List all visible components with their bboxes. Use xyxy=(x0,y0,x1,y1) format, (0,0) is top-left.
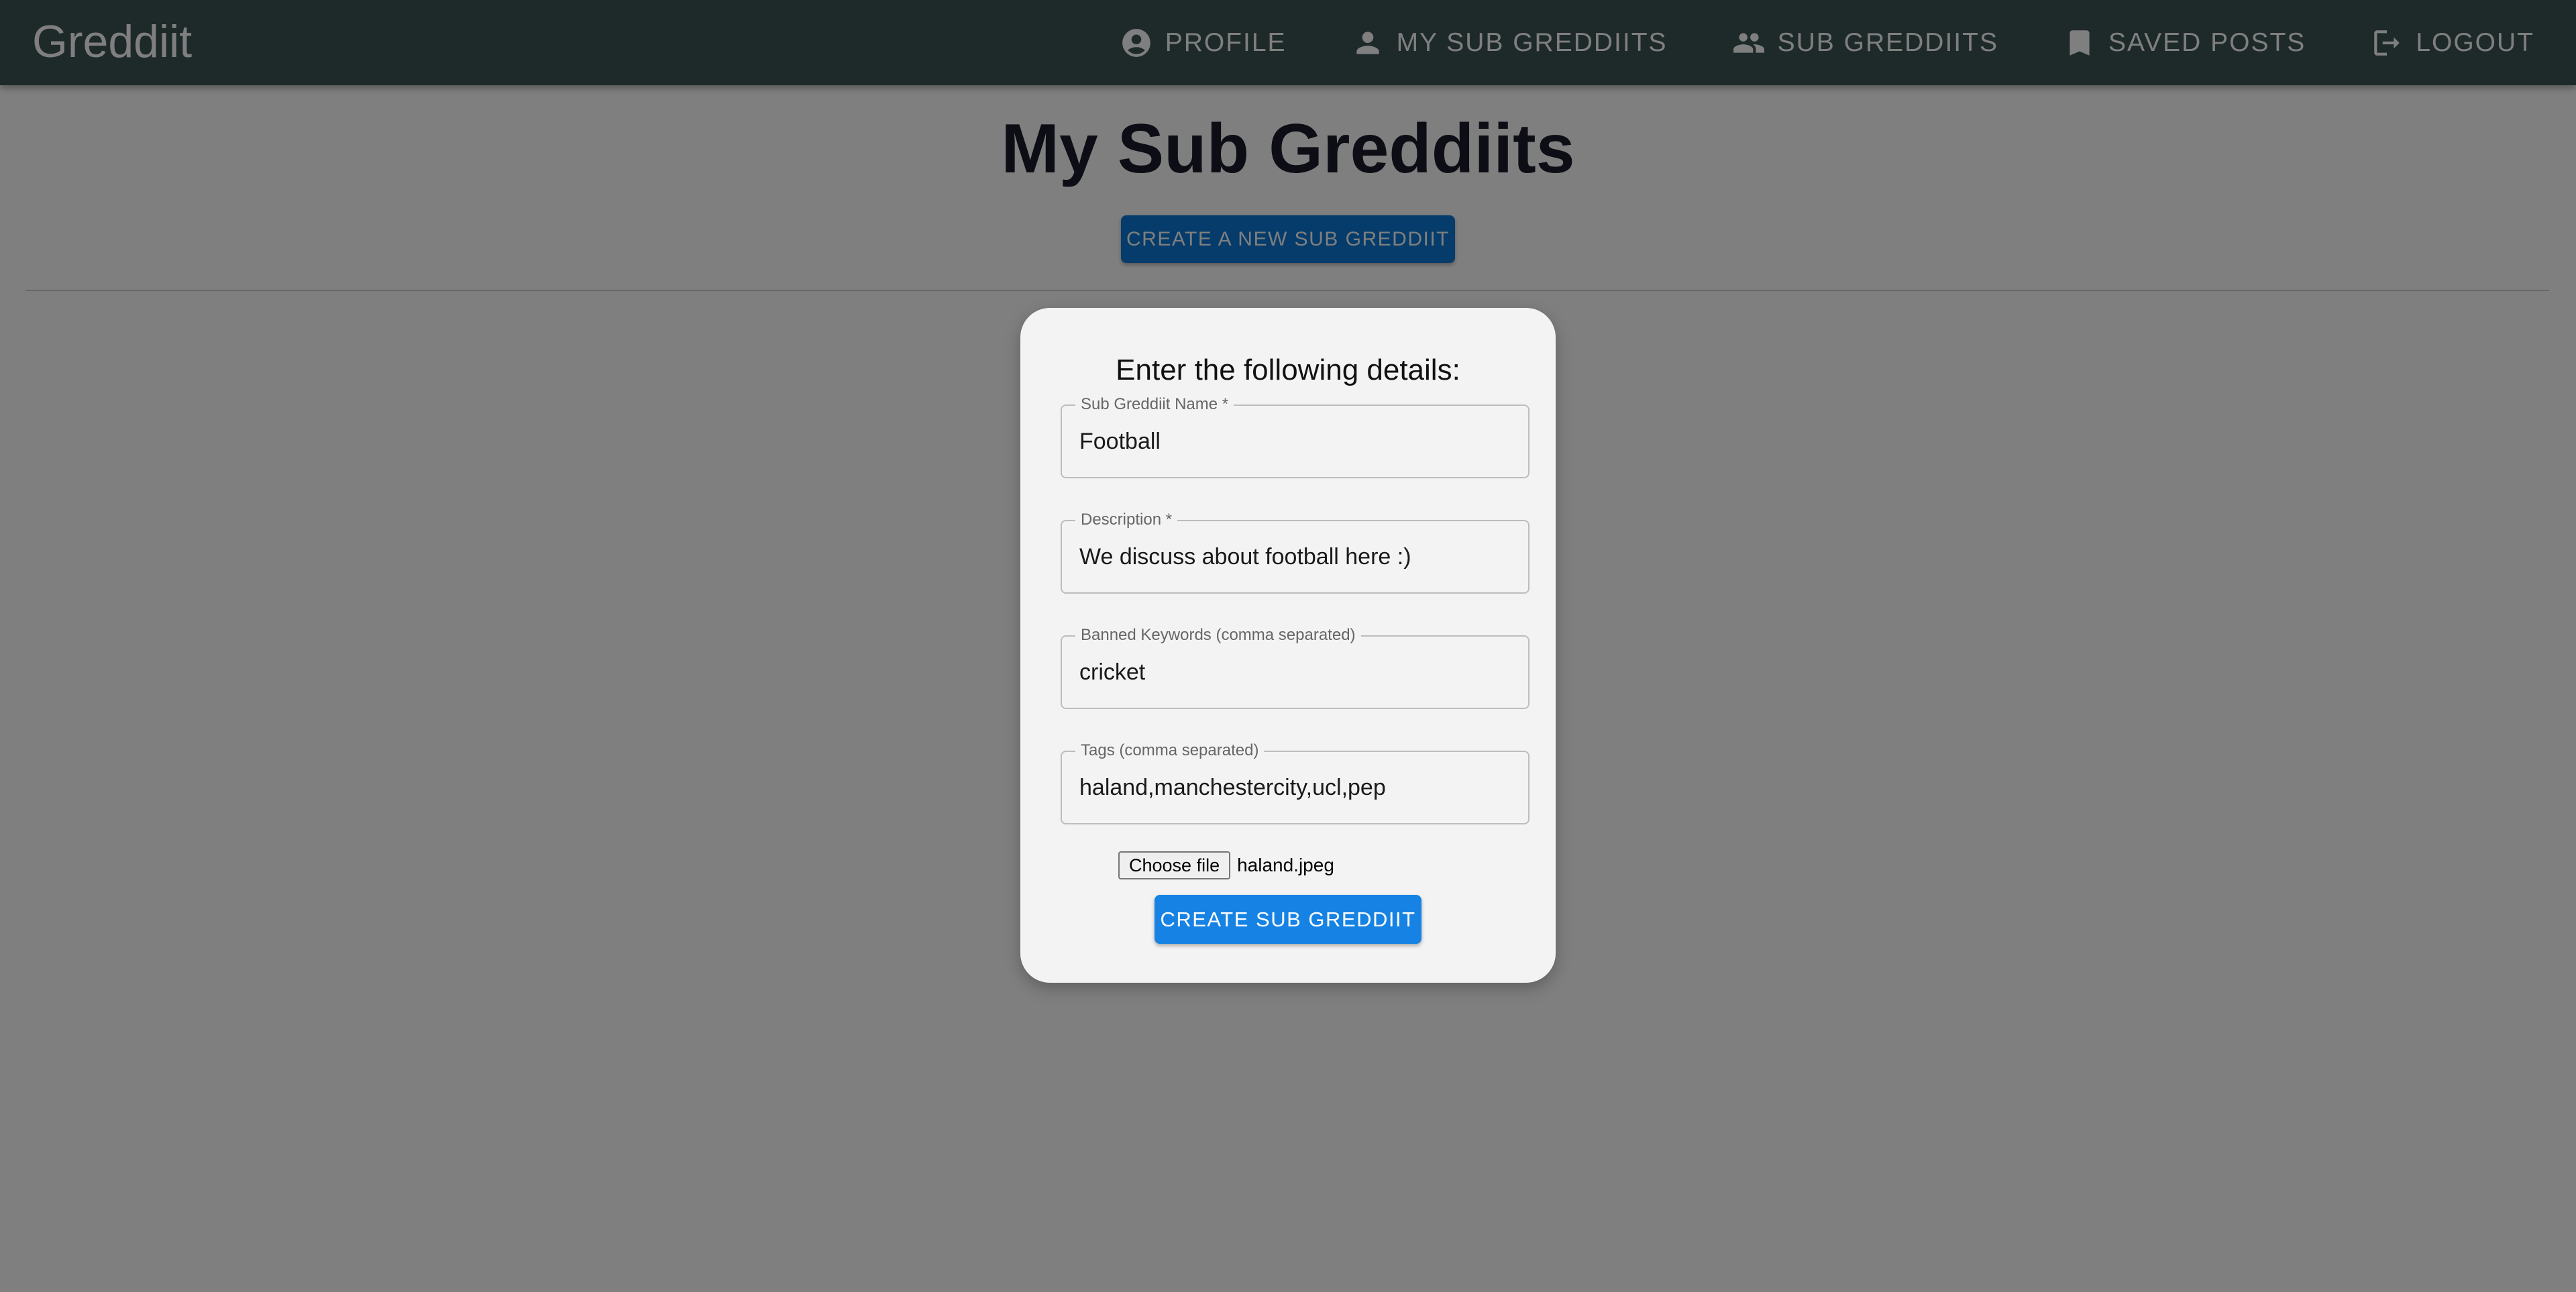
create-sub-greddiit-dialog: Enter the following details: Sub Greddii… xyxy=(1020,308,1556,983)
selected-file-name: haland.jpeg xyxy=(1237,855,1334,875)
description-field[interactable]: Description * xyxy=(1061,510,1529,594)
dialog-heading: Enter the following details: xyxy=(1116,354,1460,386)
create-sub-greddiit-button[interactable]: CREATE SUB GREDDIIT xyxy=(1155,895,1421,944)
description-input[interactable] xyxy=(1079,540,1509,574)
field-label: Tags (comma separated) xyxy=(1075,741,1265,760)
sub-greddiit-name-field[interactable]: Sub Greddiit Name * xyxy=(1061,395,1529,478)
tags-input[interactable] xyxy=(1079,771,1509,804)
tags-field[interactable]: Tags (comma separated) xyxy=(1061,741,1529,824)
field-label: Description * xyxy=(1075,510,1178,529)
file-picker: Choose file haland.jpeg xyxy=(1118,851,1334,879)
banned-keywords-input[interactable] xyxy=(1079,655,1509,689)
choose-file-button[interactable]: Choose file xyxy=(1118,851,1231,879)
sub-greddiit-name-input[interactable] xyxy=(1079,425,1509,458)
banned-keywords-field[interactable]: Banned Keywords (comma separated) xyxy=(1061,626,1529,709)
field-label: Banned Keywords (comma separated) xyxy=(1075,626,1361,645)
field-label: Sub Greddiit Name * xyxy=(1075,395,1234,414)
